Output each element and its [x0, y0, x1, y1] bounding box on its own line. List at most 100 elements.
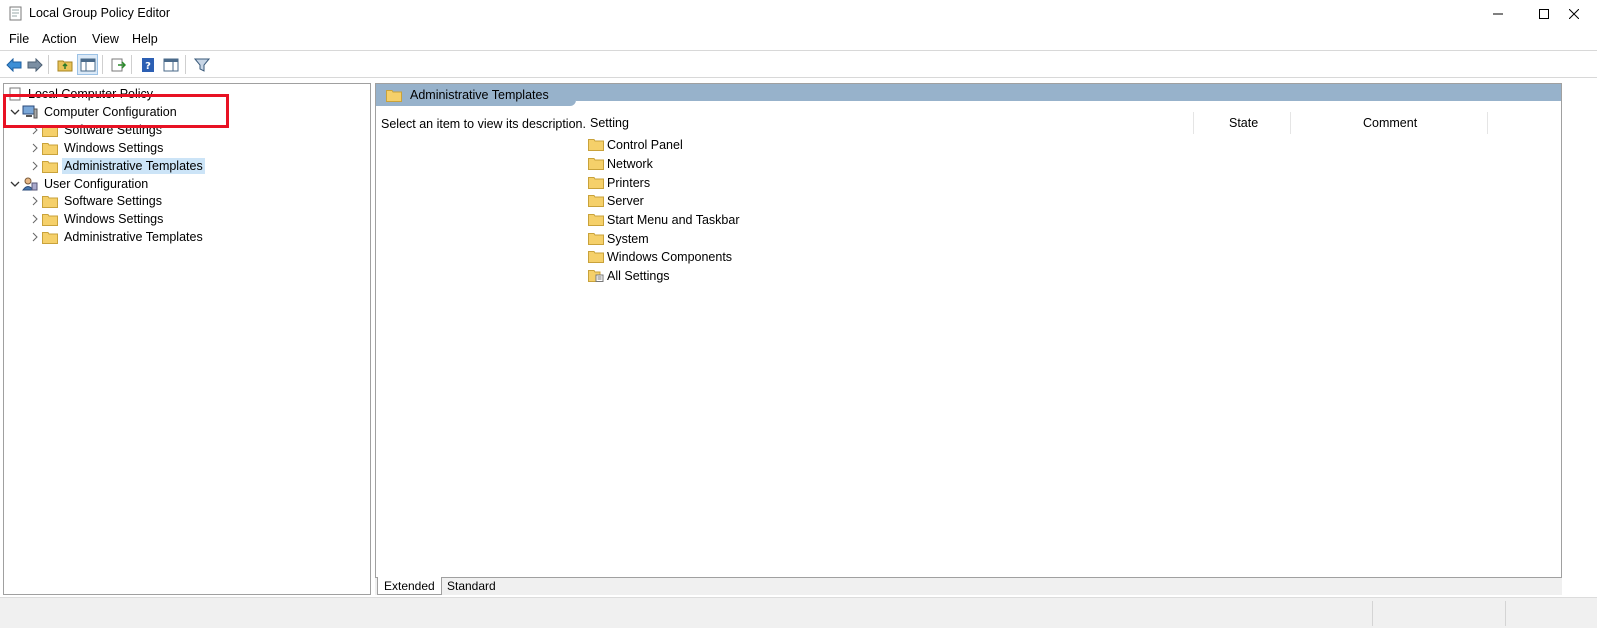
help-button[interactable]: ? [137, 54, 158, 75]
column-header-setting[interactable]: Setting [590, 112, 629, 134]
minimize-button[interactable] [1475, 0, 1521, 28]
view-tabs: Extended Standard [375, 577, 1562, 595]
folder-icon [588, 139, 604, 151]
list-item-label: Network [607, 156, 653, 171]
column-setting-label: Setting [590, 116, 629, 130]
list-item[interactable]: Start Menu and Taskbar [588, 210, 739, 229]
minimize-icon [1493, 13, 1503, 15]
menu-action[interactable]: Action [42, 32, 77, 46]
filter-button[interactable] [191, 54, 212, 75]
show-hide-console-tree-icon [80, 58, 95, 71]
tab-extended[interactable]: Extended [377, 577, 442, 595]
show-hide-console-tree-button[interactable] [77, 54, 98, 75]
list-item-label: Printers [607, 175, 651, 190]
window-title: Local Group Policy Editor [29, 6, 171, 20]
menu-bar: File Action View Help [0, 28, 1597, 51]
chevron-right-icon[interactable] [28, 230, 42, 244]
maximize-icon [1539, 9, 1549, 19]
user-icon [22, 177, 38, 191]
details-header-bar [576, 84, 1561, 101]
back-button[interactable] [3, 54, 24, 75]
list-item-label: Start Menu and Taskbar [607, 212, 740, 227]
folder-icon [386, 89, 402, 102]
tree-cc-software-settings-label: Software Settings [64, 123, 162, 137]
description-text: Select an item to view its description. [381, 117, 586, 131]
column-header-comment[interactable]: Comment [1363, 112, 1417, 134]
folder-icon [42, 142, 58, 155]
chevron-down-icon[interactable] [8, 177, 22, 191]
close-icon [1569, 9, 1579, 19]
help-icon: ? [141, 57, 154, 72]
tree-uc-windows-settings[interactable]: Windows Settings [28, 210, 165, 228]
tree-cc-windows-settings-label: Windows Settings [64, 141, 164, 155]
export-list-button[interactable] [107, 54, 128, 75]
chevron-right-icon[interactable] [28, 212, 42, 226]
list-item[interactable]: Control Panel [588, 135, 683, 154]
tab-standard[interactable]: Standard [447, 577, 496, 595]
filter-icon [193, 58, 210, 72]
chevron-right-icon[interactable] [28, 159, 42, 173]
back-arrow-icon [5, 57, 21, 72]
up-one-level-button[interactable] [54, 54, 75, 75]
tab-extended-label: Extended [384, 578, 435, 593]
forward-button[interactable] [24, 54, 45, 75]
export-list-icon [111, 58, 126, 71]
list-item[interactable]: Server [588, 191, 644, 210]
tree-cc-windows-settings[interactable]: Windows Settings [28, 139, 165, 157]
group-policy-app-icon [9, 6, 22, 21]
chevron-right-icon[interactable] [28, 141, 42, 155]
folder-icon [588, 251, 604, 263]
tree-uc-software-settings[interactable]: Software Settings [28, 192, 164, 210]
console-tree[interactable]: Local Computer Policy Computer Configura… [3, 83, 371, 595]
menu-file[interactable]: File [9, 32, 29, 46]
svg-text:?: ? [145, 61, 151, 72]
show-hide-action-pane-button[interactable] [160, 54, 181, 75]
show-hide-action-pane-icon [163, 58, 178, 71]
list-item[interactable]: Network [588, 154, 653, 173]
folder-icon [42, 124, 58, 137]
computer-icon [22, 105, 38, 119]
toolbar: ? [0, 51, 1597, 78]
folder-icon [42, 213, 58, 226]
tree-uc-windows-settings-label: Windows Settings [64, 212, 164, 226]
list-item[interactable]: Printers [588, 173, 650, 192]
tree-cc-administrative-templates-label: Administrative Templates [62, 158, 205, 174]
folder-icon [42, 195, 58, 208]
column-comment-label: Comment [1363, 116, 1418, 130]
status-bar [0, 597, 1597, 628]
list-item[interactable]: System [588, 229, 649, 248]
folder-icon [588, 195, 604, 207]
folder-icon [588, 177, 604, 189]
menu-view[interactable]: View [92, 32, 119, 46]
list-item-label: Server [607, 193, 644, 208]
list-item-label: System [607, 231, 649, 246]
tree-user-configuration[interactable]: User Configuration [8, 175, 150, 193]
tree-uc-software-settings-label: Software Settings [64, 194, 162, 208]
tree-uc-administrative-templates[interactable]: Administrative Templates [28, 228, 205, 246]
tree-uc-administrative-templates-label: Administrative Templates [64, 230, 203, 244]
tree-root-label: Local Computer Policy [28, 87, 154, 101]
tree-computer-configuration[interactable]: Computer Configuration [8, 103, 179, 121]
up-folder-icon [57, 60, 72, 71]
list-item-label: All Settings [607, 268, 670, 283]
chevron-right-icon[interactable] [28, 194, 42, 208]
list-item-all-settings[interactable]: All Settings [588, 266, 670, 285]
title-bar: Local Group Policy Editor [0, 0, 1597, 28]
tree-cc-software-settings[interactable]: Software Settings [28, 121, 164, 139]
tree-computer-configuration-label: Computer Configuration [44, 105, 177, 119]
close-button[interactable] [1551, 0, 1597, 28]
folder-icon [42, 231, 58, 244]
list-item[interactable]: Windows Components [588, 247, 732, 266]
tree-cc-administrative-templates[interactable]: Administrative Templates [28, 157, 205, 175]
tab-standard-label: Standard [447, 579, 496, 593]
tree-root[interactable]: Local Computer Policy [8, 85, 155, 103]
menu-help[interactable]: Help [132, 32, 158, 46]
chevron-right-icon[interactable] [28, 123, 42, 137]
all-settings-icon [588, 270, 604, 282]
column-header-state[interactable]: State [1229, 112, 1258, 134]
details-pane: Administrative Templates Select an item … [375, 83, 1562, 595]
chevron-down-icon[interactable] [8, 105, 22, 119]
list-item-label: Windows Components [607, 249, 733, 264]
folder-icon [42, 160, 58, 173]
policy-document-icon [9, 87, 21, 101]
